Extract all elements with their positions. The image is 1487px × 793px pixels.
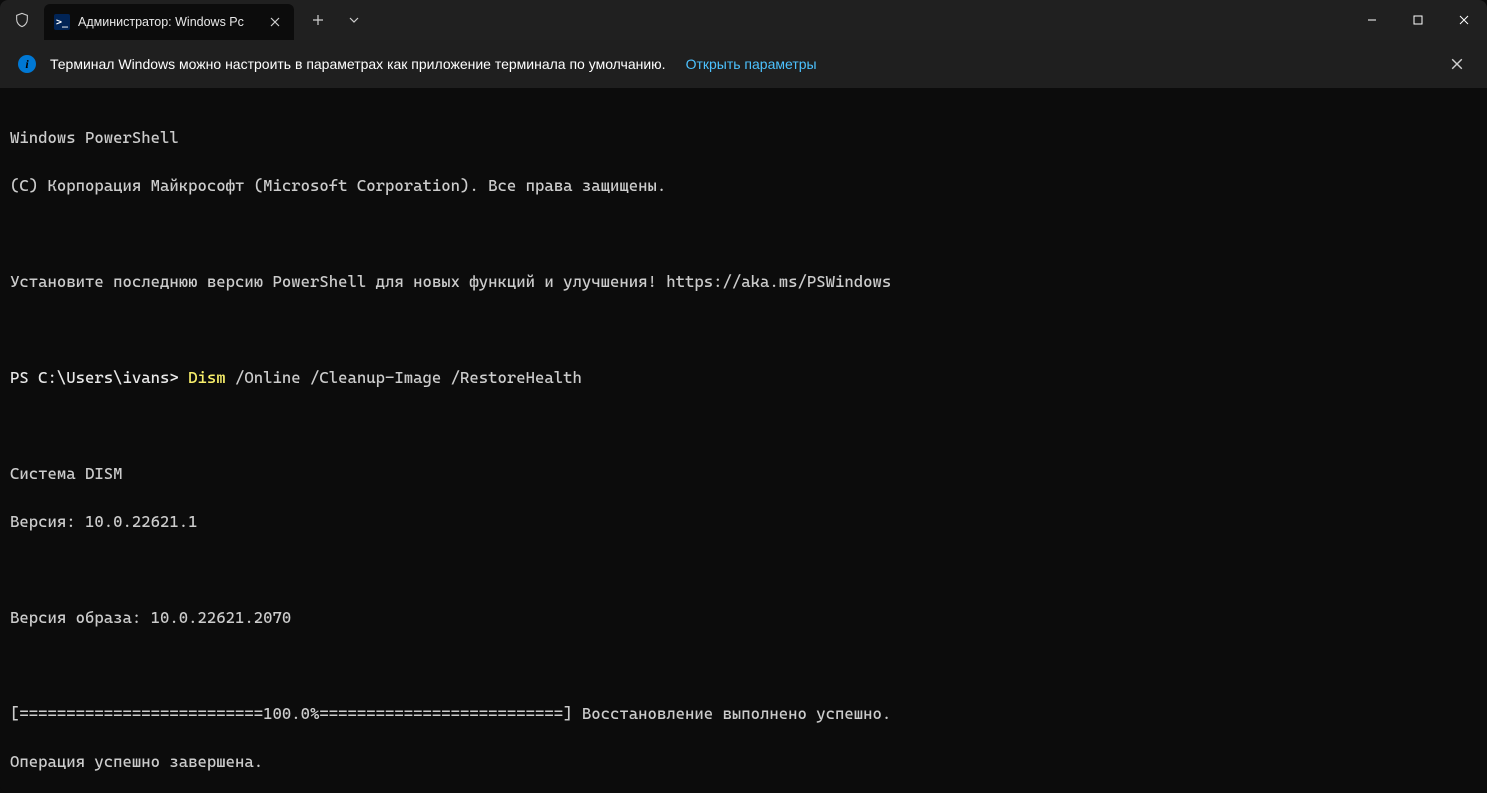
terminal-line: Windows PowerShell — [10, 126, 1477, 150]
terminal-command-line: PS C:\Users\ivans> Dism /Online /Cleanup… — [10, 366, 1477, 390]
infobar-message: Терминал Windows можно настроить в парам… — [50, 56, 666, 72]
terminal-line: Версия образа: 10.0.22621.2070 — [10, 606, 1477, 630]
tab-close-button[interactable] — [266, 13, 284, 31]
terminal-blank — [10, 654, 1477, 678]
tab-dropdown-button[interactable] — [336, 0, 372, 40]
info-icon: i — [18, 55, 36, 73]
command-args: /Online /Cleanup-Image /RestoreHealth — [226, 368, 582, 387]
terminal-window: >_ Администратор: Windows Pc — [0, 0, 1487, 793]
terminal-blank — [10, 222, 1477, 246]
terminal-progress: [==========================100.0%=======… — [10, 702, 1477, 726]
terminal-line: Операция успешно завершена. — [10, 750, 1477, 774]
powershell-icon: >_ — [54, 14, 70, 30]
terminal-blank — [10, 414, 1477, 438]
terminal-output[interactable]: Windows PowerShell (C) Корпорация Майкро… — [0, 88, 1487, 793]
admin-shield-icon — [0, 0, 44, 40]
minimize-button[interactable] — [1349, 0, 1395, 40]
terminal-line: Установите последнюю версию PowerShell д… — [10, 270, 1477, 294]
maximize-button[interactable] — [1395, 0, 1441, 40]
terminal-line: Версия: 10.0.22621.1 — [10, 510, 1477, 534]
close-button[interactable] — [1441, 0, 1487, 40]
open-settings-link[interactable]: Открыть параметры — [686, 56, 817, 72]
titlebar[interactable]: >_ Администратор: Windows Pc — [0, 0, 1487, 40]
infobar: i Терминал Windows можно настроить в пар… — [0, 40, 1487, 88]
window-controls — [1349, 0, 1487, 40]
tab-title: Администратор: Windows Pc — [78, 15, 258, 29]
terminal-blank — [10, 558, 1477, 582]
infobar-close-button[interactable] — [1445, 52, 1469, 76]
terminal-line: (C) Корпорация Майкрософт (Microsoft Cor… — [10, 174, 1477, 198]
new-tab-button[interactable] — [300, 0, 336, 40]
command-name: Dism — [188, 368, 226, 387]
prompt: PS C:\Users\ivans> — [10, 368, 188, 387]
tab-actions — [300, 0, 372, 40]
titlebar-drag-area[interactable] — [372, 0, 1349, 40]
terminal-blank — [10, 318, 1477, 342]
tab-powershell[interactable]: >_ Администратор: Windows Pc — [44, 4, 294, 40]
terminal-line: Cистема DISM — [10, 462, 1477, 486]
